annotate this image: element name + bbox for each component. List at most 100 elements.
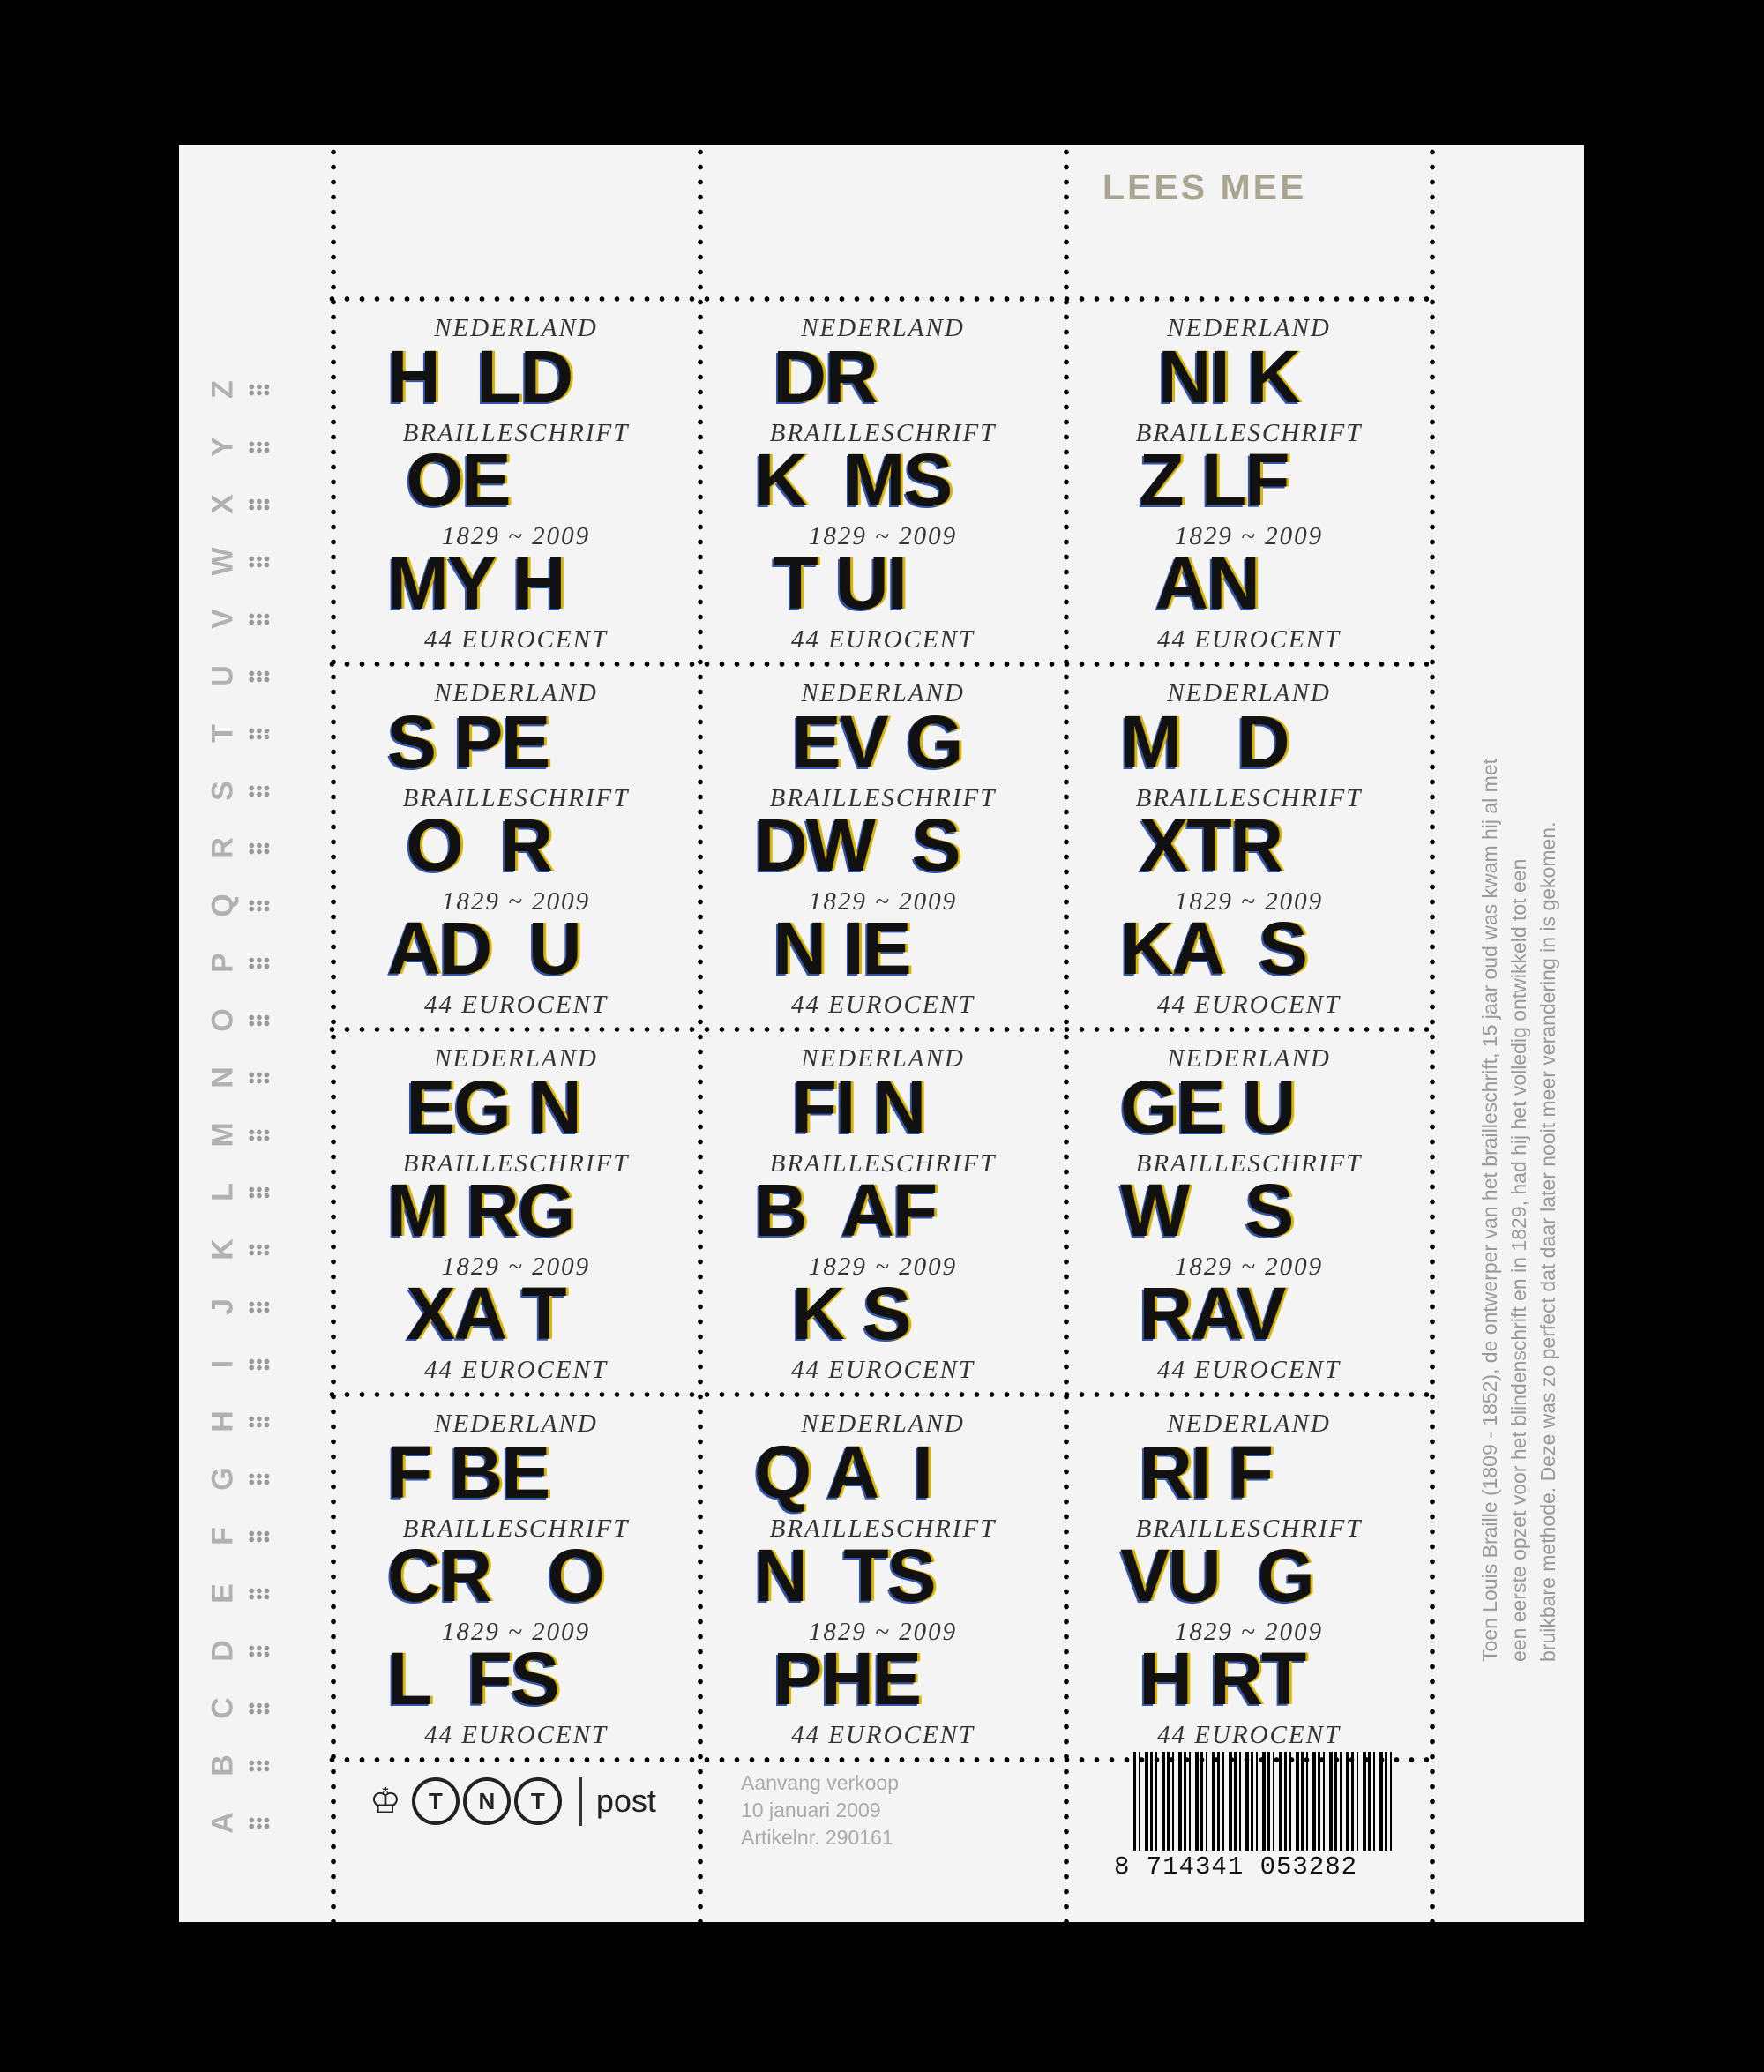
alphabet-item: M <box>206 1111 273 1159</box>
alphabet-item: Z <box>206 365 273 414</box>
post-label: post <box>595 1783 656 1819</box>
stamp-letters-row-1: Q A I <box>754 1431 933 1514</box>
stamp-letters-row-3: T UI <box>754 542 908 625</box>
braille-cell-icon <box>248 784 271 797</box>
stamp-sheet: LEES MEE A B C D E F G H I J K L M N O P Q R S T U V W X Y Z NEDE… <box>179 145 1584 1922</box>
stamp-letters-row-3: AN <box>1120 542 1260 625</box>
stamp-letters-row-1: FI N <box>754 1066 927 1148</box>
alphabet-letter: M <box>206 1122 240 1148</box>
stamp: NEDERLAND EG N BRAILLESCHRIFT M RG 1829 ~ 2… <box>336 1032 696 1395</box>
stamp-value: 44 EUROCENT <box>1156 991 1342 1019</box>
alphabet-item: H <box>206 1397 273 1446</box>
braille-cell-icon <box>248 1071 271 1084</box>
sale-date: 10 januari 2009 <box>741 1799 881 1821</box>
alphabet-letter: V <box>206 609 240 629</box>
stamp-letters-row-1: RI F <box>1120 1431 1274 1514</box>
alphabet-item: P <box>206 939 273 987</box>
braille-cell-icon <box>248 1415 271 1428</box>
braille-cell-icon <box>248 1300 271 1313</box>
stamp-value: 44 EUROCENT <box>423 1721 609 1749</box>
stamp-letters-row-2: DW S <box>754 804 961 886</box>
alphabet-letter: U <box>206 665 240 687</box>
braille-history-text: Toen Louis Braille (1809 - 1852), de ont… <box>1476 312 1563 1662</box>
stamp-letters-row-3: H RT <box>1120 1637 1306 1720</box>
stamp-value: 44 EUROCENT <box>790 991 975 1019</box>
tnt-letter: N <box>462 1777 511 1825</box>
alphabet-item: C <box>206 1684 273 1732</box>
alphabet-item: N <box>206 1053 273 1102</box>
stamp-letters-row-1: H LD <box>387 335 573 418</box>
alphabet-item: T <box>206 709 273 758</box>
alphabet-letter: Q <box>206 894 240 917</box>
tnt-letter: T <box>513 1777 562 1825</box>
stamp-value: 44 EUROCENT <box>423 625 609 654</box>
alphabet-letter: W <box>206 547 240 576</box>
stamp-letters-row-1: S PE <box>387 700 550 783</box>
history-line-3: bruikbare methode. Deze was zo perfect d… <box>1536 821 1559 1662</box>
alphabet-letter: Y <box>206 437 240 457</box>
article-number: Artikelnr. 290161 <box>741 1826 893 1849</box>
stamp-letters-row-2: VU G <box>1120 1534 1315 1617</box>
alphabet-item: G <box>206 1455 273 1503</box>
alphabet-item: X <box>206 480 273 528</box>
stamp-letters-row-2: O R <box>387 804 553 886</box>
stamp: NEDERLAND H LD BRAILLESCHRIFT OE 1829 ~ 200… <box>336 302 696 665</box>
stamp-letters-row-2: W S <box>1120 1169 1294 1252</box>
alphabet-item: E <box>206 1569 273 1618</box>
barcode-number: 8 714341 053282 <box>1114 1852 1358 1881</box>
stamp-value: 44 EUROCENT <box>423 1356 609 1384</box>
alphabet-item: J <box>206 1283 273 1331</box>
stamp-letters-row-1: F BE <box>387 1431 550 1514</box>
stamp-letters-row-1: EV G <box>754 700 964 783</box>
braille-cell-icon <box>248 612 271 625</box>
alphabet-letter: G <box>206 1467 240 1491</box>
braille-cell-icon <box>248 497 271 511</box>
stamp: NEDERLAND EV G BRAILLESCHRIFT DW S 1829 ~ 2… <box>703 667 1063 1030</box>
braille-cell-icon <box>248 1243 271 1256</box>
history-line-1: Toen Louis Braille (1809 - 1852), de ont… <box>1478 758 1501 1662</box>
tnt-letter: T <box>411 1777 460 1825</box>
alphabet-letter: P <box>206 953 240 973</box>
stamp-letters-row-3: K S <box>754 1272 912 1355</box>
braille-cell-icon <box>248 1644 271 1657</box>
stamp: NEDERLAND GE U BRAILLESCHRIFT W S 1829 ~ 200… <box>1069 1032 1429 1395</box>
alphabet-item: V <box>206 595 273 643</box>
stamp-value: 44 EUROCENT <box>1156 1356 1342 1384</box>
stamp-letters-row-3: PHE <box>754 1637 922 1720</box>
alphabet-item: D <box>206 1627 273 1675</box>
alphabet-letter: O <box>206 1008 240 1032</box>
stamp-letters-row-1: NI K <box>1120 335 1301 418</box>
alphabet-item: L <box>206 1168 273 1216</box>
stamp: NEDERLAND Q A I BRAILLESCHRIFT N TS 1829 ~ 2… <box>703 1397 1063 1761</box>
stamp-value: 44 EUROCENT <box>1156 625 1342 654</box>
alphabet-letter: I <box>206 1359 240 1369</box>
alphabet-letter: J <box>206 1298 240 1315</box>
braille-cell-icon <box>248 1587 271 1600</box>
logo-divider <box>579 1777 582 1826</box>
alphabet-letter: E <box>206 1583 240 1604</box>
braille-cell-icon <box>248 842 271 855</box>
alphabet-item: R <box>206 824 273 872</box>
alphabet-item: Q <box>206 881 273 930</box>
stamp: NEDERLAND S PE BRAILLESCHRIFT O R 1829 ~ 20… <box>336 667 696 1030</box>
stamp: NEDERLAND DR BRAILLESCHRIFT K MS 1829 ~ 200… <box>703 302 1063 665</box>
braille-cell-icon <box>248 383 271 396</box>
sale-info: Aanvang verkoop 10 januari 2009 Artikeln… <box>741 1769 899 1851</box>
barcode: 8 714341 053282 <box>1114 1752 1396 1884</box>
alphabet-letter: F <box>206 1527 240 1545</box>
stamp: NEDERLAND RI F BRAILLESCHRIFT VU G 1829 ~ 2… <box>1069 1397 1429 1761</box>
alphabet-item: F <box>206 1512 273 1560</box>
alphabet-item: O <box>206 996 273 1044</box>
stamp-letters-row-2: OE <box>387 438 511 521</box>
alphabet-item: S <box>206 767 273 815</box>
alphabet-item: B <box>206 1741 273 1790</box>
stamp-letters-row-2: N TS <box>754 1534 937 1617</box>
stamp-value: 44 EUROCENT <box>790 1356 975 1384</box>
stamp-letters-row-3: KA S <box>1120 907 1308 990</box>
stamp-letters-row-1: DR <box>754 335 878 418</box>
alphabet-letter: H <box>206 1410 240 1432</box>
stamp-letters-row-3: XA T <box>387 1272 566 1355</box>
stamp-letters-row-3: AD U <box>387 907 582 990</box>
alphabet-letter: N <box>206 1066 240 1088</box>
stamp-letters-row-3: L FS <box>387 1637 560 1720</box>
